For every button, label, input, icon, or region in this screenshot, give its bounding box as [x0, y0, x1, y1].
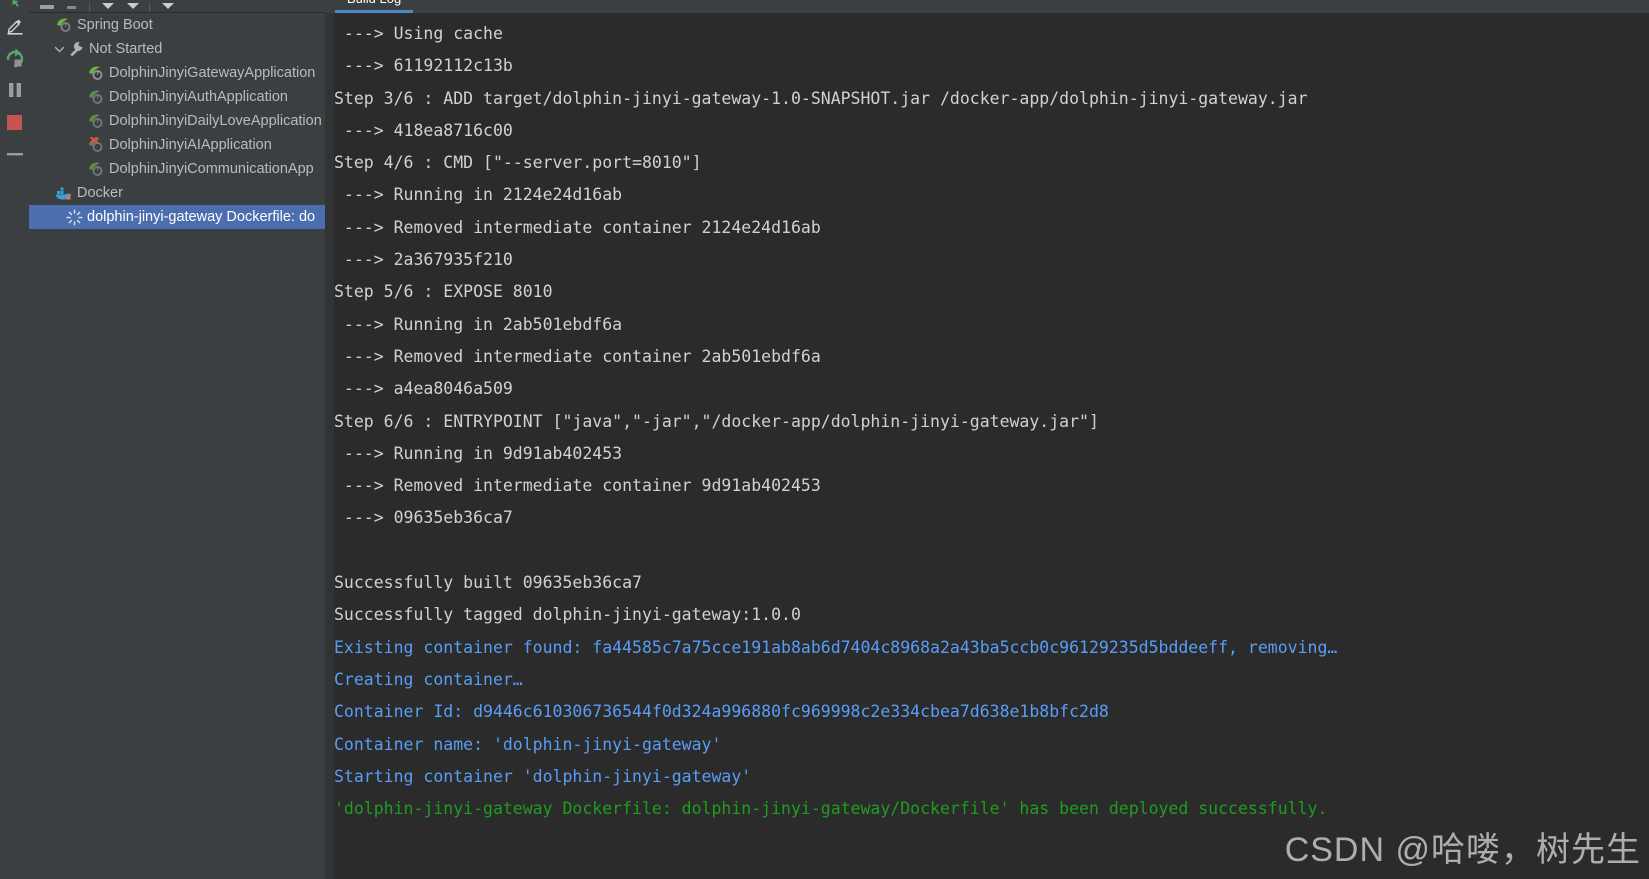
tree-node-dolphin-jinyi-gateway-dockerfile[interactable]: dolphin-jinyi-gateway Dockerfile: do [29, 205, 325, 229]
tree-node-dolphinjinyicommunicationapp[interactable]: DolphinJinyiCommunicationApp [29, 157, 325, 181]
tab-build-log[interactable]: Build Log [335, 0, 414, 13]
rerun-icon[interactable] [0, 0, 29, 10]
wrench-icon [67, 40, 85, 58]
console-output[interactable]: ---> Using cache ---> 61192112c13b Step 3… [334, 13, 1649, 879]
console-line: ---> Running in 2ab501ebdf6a [334, 314, 623, 334]
spring-boot-run-icon [87, 64, 105, 82]
console-line: Existing container found: fa44585c7a75cc… [334, 637, 1338, 657]
rerun-failed-icon[interactable] [0, 42, 29, 74]
tree-node-docker[interactable]: Docker [29, 181, 325, 205]
edit-configuration-icon[interactable] [0, 10, 29, 42]
run-toolbar [0, 0, 29, 879]
loading-spinner-icon [65, 208, 83, 226]
console-line: Successfully tagged dolphin-jinyi-gatewa… [334, 605, 801, 625]
toolbar-separator-2 [149, 3, 150, 12]
toolbar-separator-1 [89, 3, 90, 12]
ide-run-window: Spring Boot Not Started DolphinJinyiGate… [0, 0, 1649, 879]
console-line: Creating container… [334, 669, 523, 689]
console-line: ---> Removed intermediate container 2124… [334, 217, 821, 237]
tree-node-label: DolphinJinyiAuthApplication [109, 89, 288, 105]
console-tab-strip: Build Log [325, 0, 1649, 13]
tree-node-dolphinjinyidailyloveapplication[interactable]: DolphinJinyiDailyLoveApplication [29, 109, 325, 133]
top-toolbar [29, 0, 325, 13]
console-line: ---> a4ea8046a509 [334, 379, 513, 399]
console-line: Container name: 'dolphin-jinyi-gateway' [334, 734, 722, 754]
toolbar-button-1[interactable] [39, 2, 55, 12]
tree-node-dolphinjinyiauthapplication[interactable]: DolphinJinyiAuthApplication [29, 85, 325, 109]
console-line: Container Id: d9446c610306736544f0d324a9… [334, 702, 1109, 722]
twisty-placeholder [39, 181, 55, 205]
chevron-down-icon-2[interactable] [124, 2, 140, 12]
tree-node-not-started[interactable]: Not Started [29, 37, 325, 61]
tree-node-label: Not Started [89, 41, 163, 57]
chevron-down-icon-1[interactable] [99, 2, 115, 12]
tree-node-label: Spring Boot [77, 17, 153, 33]
spring-boot-run-icon [87, 160, 105, 178]
twisty-placeholder [39, 13, 55, 37]
tree-node-label: DolphinJinyiAIApplication [109, 137, 272, 153]
console-line: ---> Running in 2124e24d16ab [334, 185, 623, 205]
console-line: Successfully built 09635eb36ca7 [334, 573, 642, 593]
chevron-down-icon[interactable] [51, 37, 67, 61]
spring-boot-error-icon [87, 136, 105, 154]
console-line: ---> 2a367935f210 [334, 250, 513, 270]
tree-node-label: DolphinJinyiDailyLoveApplication [109, 113, 322, 129]
console-line: Step 4/6 : CMD ["--server.port=8010"] [334, 153, 702, 173]
spring-boot-run-icon [87, 88, 105, 106]
console-line: Step 5/6 : EXPOSE 8010 [334, 282, 553, 302]
tree-node-label: dolphin-jinyi-gateway Dockerfile: do [87, 209, 316, 225]
chevron-down-icon-3[interactable] [159, 2, 175, 12]
console-line: ---> Running in 9d91ab402453 [334, 443, 623, 463]
tree-node-label: DolphinJinyiCommunicationApp [109, 161, 314, 177]
tree-node-spring-boot[interactable]: Spring Boot [29, 13, 325, 37]
stop-icon[interactable] [0, 106, 29, 138]
console-line: Starting container 'dolphin-jinyi-gatewa… [334, 766, 752, 786]
docker-icon [55, 184, 73, 202]
spring-boot-icon [55, 16, 73, 34]
tree-node-dolphinjinyiaiapplication[interactable]: DolphinJinyiAIApplication [29, 133, 325, 157]
console-line: ---> Removed intermediate container 2ab5… [334, 346, 821, 366]
spring-boot-run-icon [87, 112, 105, 130]
console-gutter [325, 13, 334, 879]
console-line: Step 6/6 : ENTRYPOINT ["java","-jar","/d… [334, 411, 1099, 431]
console-line: ---> 09635eb36ca7 [334, 508, 513, 528]
console-line: ---> 61192112c13b [334, 56, 513, 76]
console-line: ---> Removed intermediate container 9d91… [334, 476, 821, 496]
build-log-console: Build Log ---> Using cache ---> 61192112… [325, 0, 1649, 879]
tree-node-label: DolphinJinyiGatewayApplication [109, 65, 316, 81]
pause-icon[interactable] [0, 74, 29, 106]
toolbar-button-2[interactable] [64, 2, 80, 12]
console-line: ---> 418ea8716c00 [334, 120, 513, 140]
console-line: 'dolphin-jinyi-gateway Dockerfile: dolph… [334, 799, 1328, 819]
console-line: Step 3/6 : ADD target/dolphin-jinyi-gate… [334, 88, 1308, 108]
tree-node-label: Docker [77, 185, 123, 201]
console-line: ---> Using cache [334, 24, 503, 43]
run-configurations-tree[interactable]: Spring Boot Not Started DolphinJinyiGate… [29, 13, 325, 879]
tree-node-dolphinjinyigatewayapplication[interactable]: DolphinJinyiGatewayApplication [29, 61, 325, 85]
minimize-icon[interactable] [0, 138, 29, 170]
